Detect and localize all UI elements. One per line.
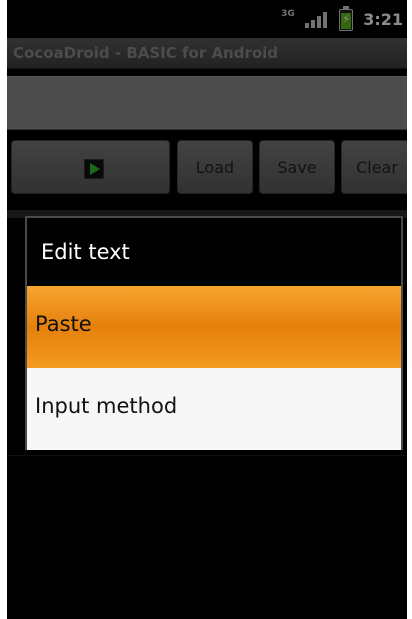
menu-item-label: Input method [35,394,178,418]
menu-item-label: Paste [35,312,92,336]
dialog-title: Edit text [41,240,130,264]
paste-menu-item[interactable]: Paste [27,286,401,368]
input-method-menu-item[interactable]: Input method [27,368,401,450]
dialog-title-bar: Edit text [27,218,401,287]
edit-text-dialog: Edit text Paste Input method [25,216,403,450]
phone-screen: 3G ⚡ 3:21 CocoaDroid - BASIC for Android… [7,0,407,619]
